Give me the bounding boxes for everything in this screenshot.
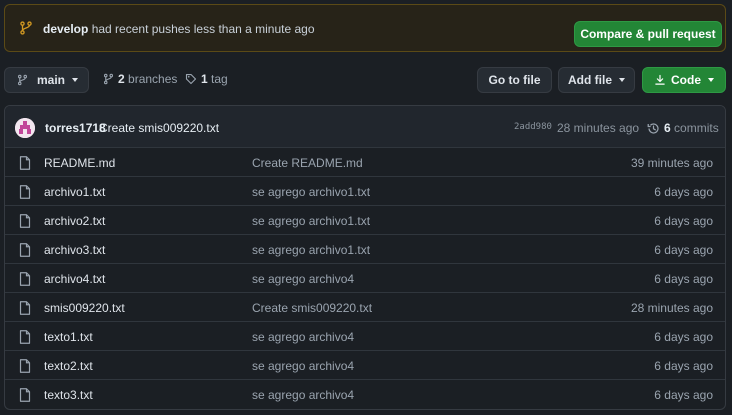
file-icon xyxy=(19,388,31,402)
file-name-link[interactable]: archivo1.txt xyxy=(44,185,105,199)
add-file-label: Add file xyxy=(568,73,612,87)
code-label: Code xyxy=(671,73,701,87)
file-name-link[interactable]: README.md xyxy=(44,156,115,170)
file-commit-message-link[interactable]: se agrego archivo1.txt xyxy=(252,214,370,228)
file-commit-time: 6 days ago xyxy=(654,388,713,402)
chevron-down-icon xyxy=(619,78,625,82)
file-commit-message-link[interactable]: se agrego archivo4 xyxy=(252,272,354,286)
file-commit-time: 6 days ago xyxy=(654,243,713,257)
branch-icon xyxy=(20,21,32,35)
file-row[interactable]: README.md Create README.md 39 minutes ag… xyxy=(5,148,725,177)
go-to-file-button[interactable]: Go to file xyxy=(477,67,552,93)
compare-pull-request-button[interactable]: Compare & pull request xyxy=(574,21,722,47)
tags-label: tag xyxy=(207,72,228,86)
file-icon xyxy=(19,272,31,286)
chevron-down-icon xyxy=(708,78,714,82)
file-name-link[interactable]: archivo4.txt xyxy=(44,272,105,286)
file-commit-message-link[interactable]: se agrego archivo4 xyxy=(252,359,354,373)
file-row[interactable]: archivo3.txt se agrego archivo1.txt 6 da… xyxy=(5,235,725,264)
file-row[interactable]: archivo1.txt se agrego archivo1.txt 6 da… xyxy=(5,177,725,206)
file-commit-message-link[interactable]: se agrego archivo4 xyxy=(252,388,354,402)
commit-message-link[interactable]: Create smis009220.txt xyxy=(99,121,219,135)
branch-icon xyxy=(103,73,114,85)
commit-history-link[interactable]: 6 commits xyxy=(647,121,719,135)
file-list: README.md Create README.md 39 minutes ag… xyxy=(5,148,725,409)
file-row[interactable]: archivo2.txt se agrego archivo1.txt 6 da… xyxy=(5,206,725,235)
branch-icon xyxy=(17,74,28,86)
file-commit-time: 6 days ago xyxy=(654,359,713,373)
file-row[interactable]: archivo4.txt se agrego archivo4 6 days a… xyxy=(5,264,725,293)
file-icon xyxy=(19,330,31,344)
latest-commit-bar: torres1718 Create smis009220.txt 2add980… xyxy=(5,106,725,148)
identicon-icon xyxy=(15,118,35,138)
avatar[interactable] xyxy=(15,118,35,138)
code-button[interactable]: Code xyxy=(642,67,726,93)
file-commit-time: 6 days ago xyxy=(654,330,713,344)
banner-message: develop had recent pushes less than a mi… xyxy=(43,22,315,36)
commit-hash-link[interactable]: 2add980 xyxy=(514,122,552,132)
file-commit-message-link[interactable]: se agrego archivo4 xyxy=(252,330,354,344)
file-row[interactable]: texto2.txt se agrego archivo4 6 days ago xyxy=(5,351,725,380)
file-row[interactable]: texto1.txt se agrego archivo4 6 days ago xyxy=(5,322,725,351)
history-icon xyxy=(647,122,659,134)
branch-select-button[interactable]: main xyxy=(4,67,89,93)
file-icon xyxy=(19,185,31,199)
file-commit-message-link[interactable]: Create smis009220.txt xyxy=(252,301,372,315)
download-icon xyxy=(655,74,665,85)
chevron-down-icon xyxy=(72,78,79,82)
commit-time: 28 minutes ago xyxy=(557,121,640,135)
file-name-link[interactable]: archivo2.txt xyxy=(44,214,105,228)
commits-label: commits xyxy=(670,121,719,135)
tags-count: 1 xyxy=(201,72,208,86)
file-row[interactable]: texto3.txt se agrego archivo4 6 days ago xyxy=(5,380,725,409)
file-icon xyxy=(19,359,31,373)
file-name-link[interactable]: texto2.txt xyxy=(44,359,93,373)
commit-author-link[interactable]: torres1718 xyxy=(45,121,106,135)
banner-message-text: had recent pushes less than a minute ago xyxy=(88,22,315,36)
file-name-link[interactable]: texto3.txt xyxy=(44,388,93,402)
file-commit-time: 28 minutes ago xyxy=(630,301,713,315)
commits-count: 6 xyxy=(664,121,671,135)
tag-icon xyxy=(185,73,197,85)
file-commit-time: 6 days ago xyxy=(654,214,713,228)
branches-count: 2 xyxy=(118,72,125,86)
file-icon xyxy=(19,214,31,228)
file-commit-time: 6 days ago xyxy=(654,272,713,286)
file-commit-message-link[interactable]: se agrego archivo1.txt xyxy=(252,243,370,257)
tags-link[interactable]: 1 tag xyxy=(185,72,228,86)
branch-select-label: main xyxy=(37,73,66,87)
file-icon xyxy=(19,243,31,257)
recent-push-banner: develop had recent pushes less than a mi… xyxy=(4,4,726,52)
file-browser: torres1718 Create smis009220.txt 2add980… xyxy=(4,105,726,410)
file-commit-message-link[interactable]: Create README.md xyxy=(252,156,363,170)
branches-label: branches xyxy=(124,72,178,86)
add-file-button[interactable]: Add file xyxy=(558,67,635,93)
branches-link[interactable]: 2 branches xyxy=(103,72,177,86)
file-name-link[interactable]: archivo3.txt xyxy=(44,243,105,257)
file-commit-time: 39 minutes ago xyxy=(630,156,713,170)
file-commit-time: 6 days ago xyxy=(654,185,713,199)
file-commit-message-link[interactable]: se agrego archivo1.txt xyxy=(252,185,370,199)
file-icon xyxy=(19,301,31,315)
file-row[interactable]: smis009220.txt Create smis009220.txt 28 … xyxy=(5,293,725,322)
file-name-link[interactable]: texto1.txt xyxy=(44,330,93,344)
banner-branch-link[interactable]: develop xyxy=(43,22,88,36)
file-name-link[interactable]: smis009220.txt xyxy=(44,301,125,315)
file-icon xyxy=(19,156,31,170)
